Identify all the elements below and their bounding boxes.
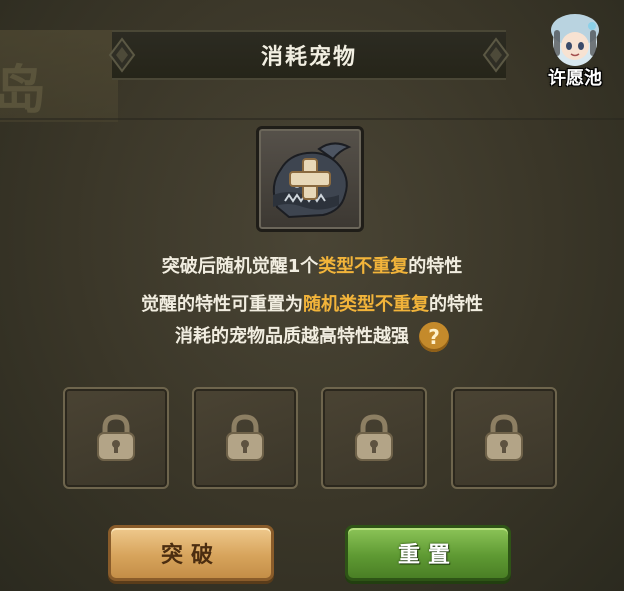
background-decoration: 岛 <box>0 61 47 121</box>
lock-icon <box>355 414 393 461</box>
pet-consume-slot[interactable] <box>256 126 364 232</box>
page-title: 消耗宠物 <box>260 45 357 70</box>
desc-text: 的特性 <box>429 294 483 315</box>
background-divider <box>0 118 624 120</box>
lock-icon <box>485 414 523 461</box>
desc-highlight: 随机类型不重复 <box>303 294 429 315</box>
add-pet-plus-icon <box>289 158 331 200</box>
desc-text: 突破后随机觉醒1个 <box>161 256 319 277</box>
reset-button[interactable]: 重置 <box>345 525 511 581</box>
desc-text: 觉醒的特性可重置为 <box>141 294 303 315</box>
banner-ornament-left-icon <box>104 32 140 78</box>
breakthrough-button[interactable]: 突破 <box>108 525 274 581</box>
trait-slot[interactable] <box>192 387 298 489</box>
desc-text: 消耗的宠物品质越高特性越强 <box>175 326 409 347</box>
wish-pool-character-icon <box>551 14 599 66</box>
help-icon[interactable]: ? <box>419 322 449 352</box>
lock-icon <box>97 414 135 461</box>
description-line-3: 消耗的宠物品质越高特性越强? <box>0 322 624 352</box>
desc-highlight: 类型不重复 <box>318 256 409 277</box>
trait-slot[interactable] <box>63 387 169 489</box>
banner-ornament-right-icon <box>478 32 514 78</box>
description-line-2: 觉醒的特性可重置为随机类型不重复的特性 <box>0 290 624 316</box>
description-line-1: 突破后随机觉醒1个类型不重复的特性 <box>0 252 624 278</box>
title-banner: 消耗宠物 <box>108 30 510 80</box>
trait-slot[interactable] <box>321 387 427 489</box>
wish-pool-label: 许愿池 <box>548 68 602 89</box>
trait-slot[interactable] <box>451 387 557 489</box>
wish-pool-button[interactable]: 许愿池 <box>534 8 616 90</box>
desc-text: 的特性 <box>408 256 463 277</box>
lock-icon <box>226 414 264 461</box>
